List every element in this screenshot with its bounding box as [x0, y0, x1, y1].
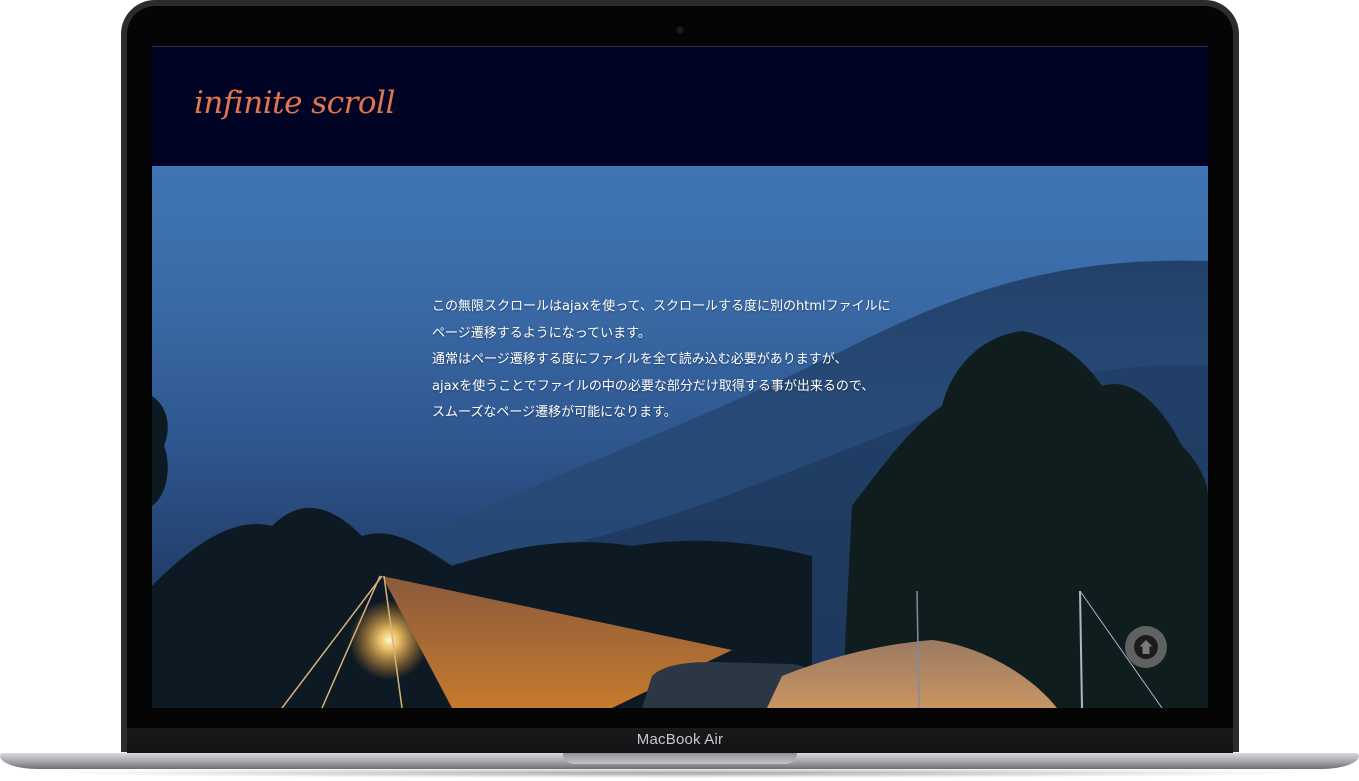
device-model-label: MacBook Air — [636, 731, 724, 748]
intro-line: ページ遷移するようになっています。 — [432, 325, 651, 341]
intro-line: この無限スクロールはajaxを使って、スクロールする度に別のhtmlファイルに — [432, 299, 891, 314]
site-logo[interactable]: infinite scroll — [194, 85, 395, 121]
site-header: infinite scroll — [152, 46, 1208, 166]
browser-viewport: infinite scroll この無限スクロールはajaxを使って、スクロール… — [152, 46, 1208, 708]
camera-icon — [677, 27, 683, 33]
hero-section: この無限スクロールはajaxを使って、スクロールする度に別のhtmlファイルに … — [152, 166, 1208, 708]
scroll-to-top-button[interactable] — [1125, 626, 1167, 668]
laptop-notch — [563, 753, 797, 764]
hero-background-image — [152, 260, 1208, 708]
intro-line: ajaxを使うことでファイルの中の必要な部分だけ取得する事が出来るので、 — [432, 378, 875, 394]
arrow-up-icon — [1134, 635, 1158, 659]
intro-line: スムーズなページ遷移が可能になります。 — [432, 405, 677, 420]
intro-line: 通常はページ遷移する度にファイルを全て読み込む必要がありますが、 — [432, 352, 848, 367]
base-shadow — [40, 768, 1319, 778]
intro-text: この無限スクロールはajaxを使って、スクロールする度に別のhtmlファイルに … — [432, 294, 952, 427]
